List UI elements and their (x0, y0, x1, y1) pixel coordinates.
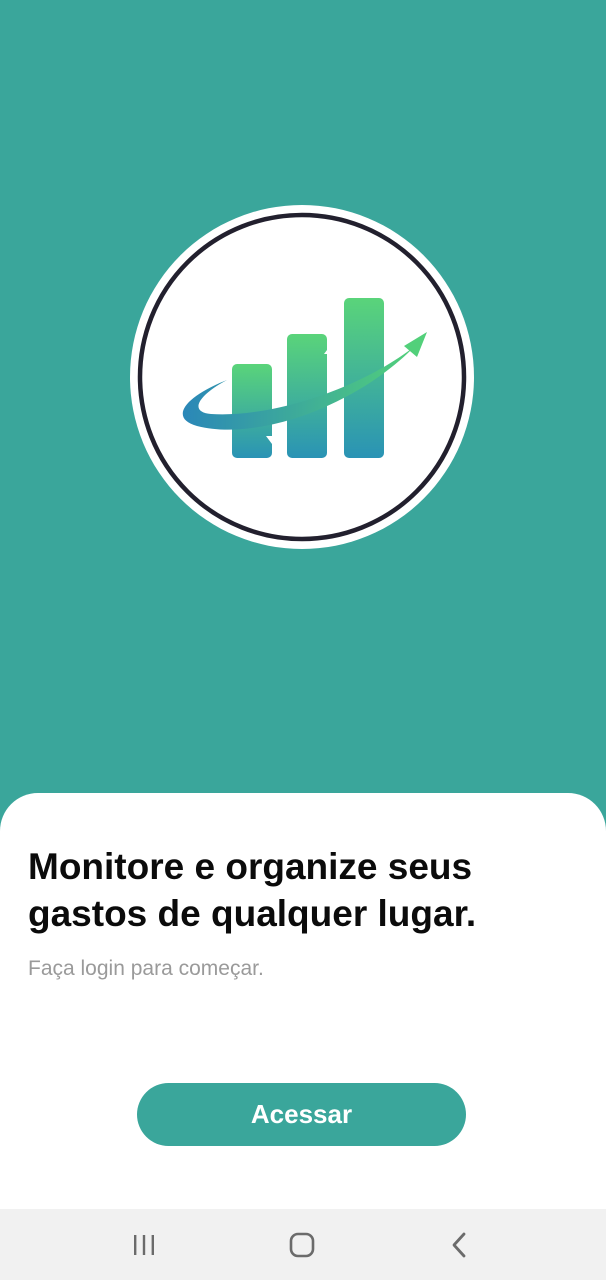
back-icon (452, 1232, 466, 1258)
access-button[interactable]: Acessar (137, 1083, 466, 1146)
system-nav-bar (0, 1209, 606, 1280)
home-icon (289, 1232, 315, 1258)
app-logo (129, 204, 475, 550)
page-title: Monitore e organize seus gastos de qualq… (28, 846, 477, 934)
login-hint: Faça login para começar. (28, 957, 264, 980)
recent-apps-button[interactable] (124, 1225, 164, 1265)
hero-section (0, 0, 606, 800)
bottom-sheet: Monitore e organize seus gastos de qualq… (0, 793, 606, 1209)
back-button[interactable] (440, 1225, 480, 1265)
home-button[interactable] (282, 1225, 322, 1265)
recent-apps-icon (134, 1235, 154, 1255)
rising-bar-chart-arrow-icon (130, 205, 474, 549)
